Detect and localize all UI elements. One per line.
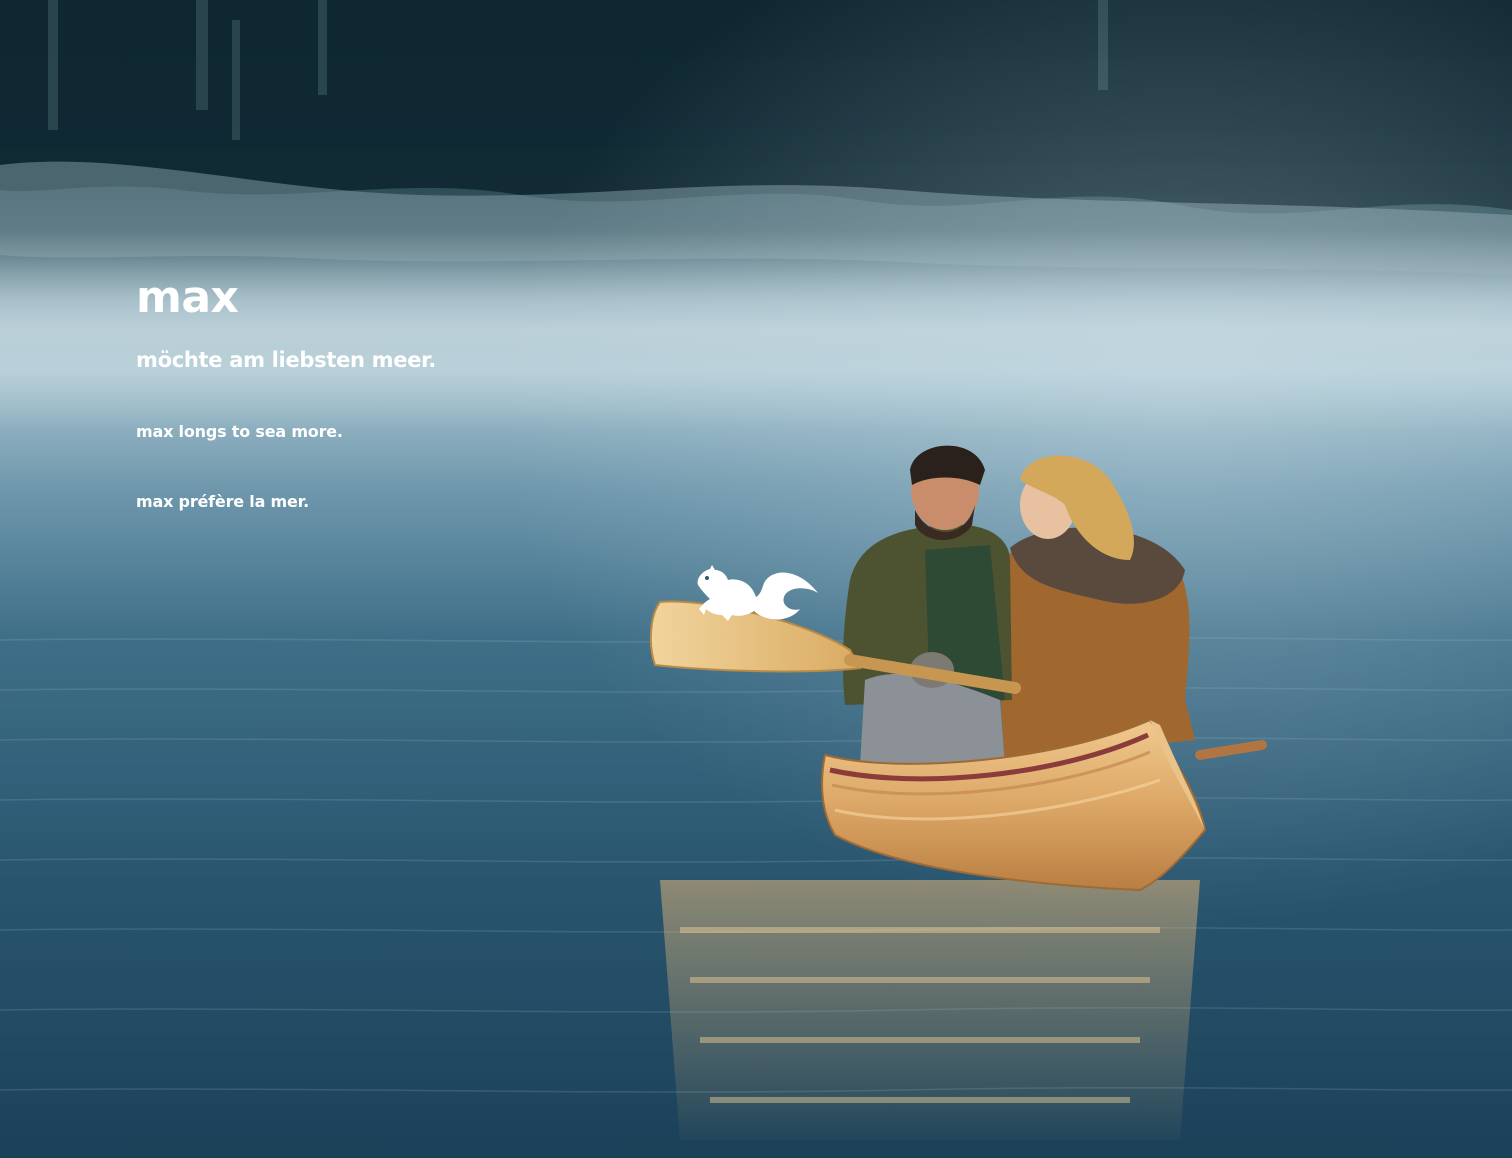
tagline-french: max préfère la mer. (136, 492, 309, 511)
tagline-english: max longs to sea more. (136, 422, 343, 441)
hero-scene: max möchte am liebsten meer. max longs t… (0, 0, 1512, 1158)
tagline-german: möchte am liebsten meer. (136, 348, 436, 372)
brand-title: max (136, 272, 239, 323)
squirrel-icon (697, 565, 818, 621)
